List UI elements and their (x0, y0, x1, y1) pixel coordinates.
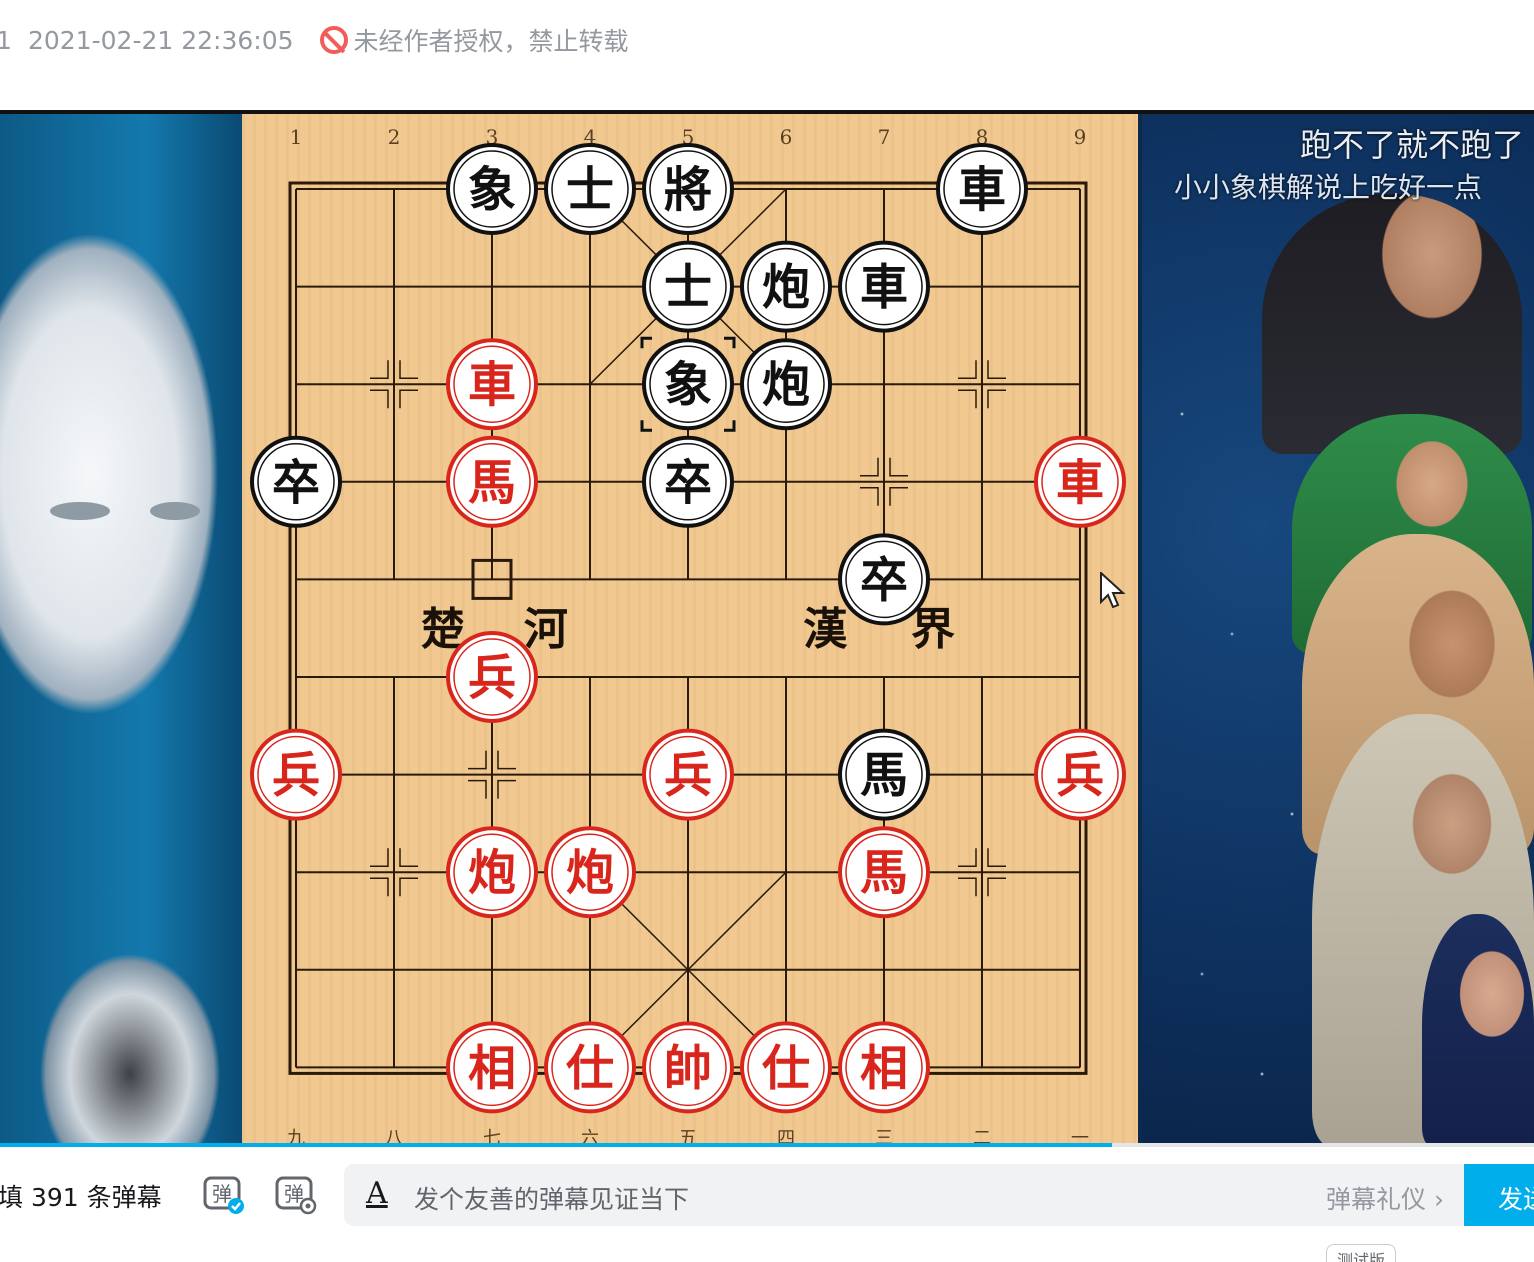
position-marker (860, 487, 879, 506)
position-marker (958, 877, 977, 897)
piece-label: 士 (566, 162, 614, 218)
player-page: 1 2021-02-21 22:36:05 未经作者授权，禁止转载 123456… (0, 0, 1534, 1262)
progress-bar[interactable] (0, 1143, 1534, 1147)
position-marker (987, 389, 1006, 409)
piece-label: 車 (860, 260, 908, 316)
mouse-cursor-icon (1100, 572, 1126, 609)
selection-bracket (640, 420, 652, 432)
position-marker (987, 360, 1006, 379)
piece-label: 象 (664, 357, 712, 413)
publish-datetime: 2021-02-21 22:36:05 (28, 25, 294, 55)
position-marker (889, 457, 908, 477)
river-text: 漢 (803, 604, 848, 655)
robot-eye-right (150, 502, 200, 520)
copyright-text: 未经作者授权，禁止转载 (353, 27, 629, 56)
beta-badge: 测试版 (1326, 1244, 1397, 1262)
overlay-caption: 跑不了就不跑了 (1299, 126, 1524, 164)
piece-label: 兵 (272, 748, 320, 804)
no-repost-icon (319, 26, 348, 54)
copyright-notice: 未经作者授权，禁止转载 (319, 22, 629, 58)
file-number-top: 6 (780, 125, 793, 149)
piece-label: 車 (1056, 455, 1104, 511)
position-marker (468, 779, 487, 799)
channel-caption: 小小象棋解说上吃好一点 (1174, 171, 1483, 204)
position-marker (370, 877, 389, 897)
danmaku-input[interactable]: A 发个友善的弹幕见证当下 弹幕礼仪 › (344, 1164, 1464, 1226)
piece-label: 卒 (860, 552, 908, 608)
position-marker (370, 360, 389, 379)
piece-label: 帥 (664, 1040, 712, 1096)
position-marker (497, 750, 516, 770)
video-player[interactable]: 123456789九八七六五四三二一楚河漢界象士將車士炮車車象炮卒馬卒車卒兵兵兵… (0, 110, 1534, 1146)
file-number-top: 7 (878, 125, 891, 149)
board-svg: 1 2 3 4 5 6 7 8 9九八七六五四三二一楚河漢界象士將車士炮車車象炮卒馬卒車卒兵兵兵… (250, 125, 1126, 1146)
river-text: 界 (911, 604, 955, 655)
danmaku-settings-icon[interactable]: 弹 (274, 1172, 318, 1216)
position-marker (399, 848, 418, 867)
piece-label: 仕 (762, 1040, 810, 1096)
xiangqi-board: 123456789九八七六五四三二一楚河漢界象士將車士炮車車象炮卒馬卒車卒兵兵兵… (242, 114, 1138, 1146)
piece-label: 炮 (762, 357, 810, 413)
position-marker (370, 848, 389, 867)
position-marker (987, 848, 1006, 867)
etiquette-link[interactable]: 弹幕礼仪 › (1326, 1180, 1444, 1216)
position-marker (399, 877, 418, 897)
piece-label: 仕 (566, 1040, 614, 1096)
text-style-icon[interactable]: A (366, 1176, 388, 1211)
position-marker (370, 389, 389, 409)
position-marker (958, 389, 977, 409)
position-marker (399, 360, 418, 379)
progress-fill (0, 1143, 1113, 1147)
piece-label: 相 (860, 1040, 908, 1096)
video-top-border (0, 110, 1534, 114)
piece-label: 兵 (664, 748, 712, 804)
danmaku-bar: 填 391 条弹幕 弹 弹 A 发个友善的弹幕见证当下 弹幕礼仪 › 发送 (0, 1150, 1534, 1240)
piece-label: 馬 (468, 455, 516, 511)
file-number-top: 1 (290, 125, 303, 149)
position-marker (860, 457, 879, 477)
piece-label: 馬 (860, 748, 908, 804)
piece-label: 炮 (566, 845, 614, 901)
piece-label: 兵 (1056, 748, 1104, 804)
piece-label: 將 (664, 162, 712, 218)
danmaku-count: 填 391 条弹幕 (0, 1183, 162, 1212)
position-marker (987, 877, 1006, 897)
selection-bracket (640, 336, 652, 349)
piece-label: 炮 (468, 845, 516, 901)
piece-label: 車 (958, 162, 1006, 218)
position-marker (889, 487, 908, 506)
position-marker (958, 360, 977, 379)
piece-label: 兵 (468, 650, 516, 706)
piece-label: 馬 (860, 845, 908, 901)
position-marker (468, 750, 487, 770)
position-marker (399, 389, 418, 409)
piece-label: 相 (468, 1040, 516, 1096)
file-number-top: 9 (1074, 125, 1087, 149)
piece-label: 車 (468, 357, 516, 413)
view-count: 1 (0, 25, 12, 55)
piece-label: 卒 (272, 455, 320, 511)
piece-label: 象 (468, 162, 516, 218)
danmaku-toggle-icon[interactable]: 弹 (202, 1172, 246, 1216)
danmaku-placeholder: 发个友善的弹幕见证当下 (414, 1185, 690, 1214)
piece-label: 士 (664, 260, 712, 316)
piece-label: 卒 (664, 455, 712, 511)
position-marker (497, 779, 516, 799)
file-number-top: 2 (388, 125, 401, 149)
send-button[interactable]: 发送 (1464, 1164, 1534, 1226)
commentator-video: 跑不了就不跑了 小小象棋解说上吃好一点 (1142, 114, 1534, 1146)
selection-bracket (724, 336, 736, 349)
selection-bracket (724, 420, 736, 432)
robot-eye-left (50, 502, 110, 520)
robot-image (0, 114, 242, 1146)
position-marker (958, 848, 977, 867)
person-5 (1422, 914, 1534, 1146)
piece-label: 炮 (762, 260, 810, 316)
river-text: 河 (524, 604, 568, 655)
video-meta: 1 2021-02-21 22:36:05 未经作者授权，禁止转载 (0, 20, 629, 60)
